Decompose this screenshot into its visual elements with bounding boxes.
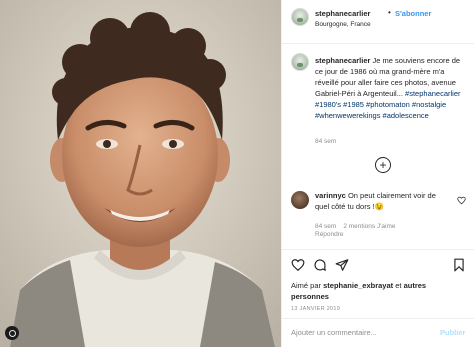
commenter-avatar[interactable] [291,191,309,209]
author-avatar[interactable] [291,8,309,26]
commenter-username[interactable]: varinnyc [315,191,346,200]
publish-button[interactable]: Publier [440,328,465,337]
action-bar [282,249,474,279]
caption-author-avatar[interactable] [291,53,309,71]
caption-timestamp[interactable]: 84 sem [315,138,336,145]
separator-dot: • [388,8,391,17]
post-caption: stephanecarlier Je me souviens encore de… [315,55,467,121]
comment-input[interactable]: Ajouter un commentaire... [291,328,377,337]
comment-meta: 84 sem 2 mentions J'aime [315,222,403,231]
author-username[interactable]: stephanecarlier [315,9,370,18]
portrait-image [0,0,281,347]
plus-circle-icon[interactable]: + [375,157,391,173]
comment-timestamp[interactable]: 84 sem [315,223,336,230]
post-date[interactable]: 13 JANVIER 2019 [291,306,340,312]
profile-badge-icon[interactable] [5,326,19,340]
post-photo[interactable] [0,0,281,347]
caption-username[interactable]: stephanecarlier [315,56,370,65]
paper-plane-icon[interactable] [335,258,349,272]
follow-button[interactable]: S'abonner [395,9,431,18]
add-comment-bar: Ajouter un commentaire... Publier [282,318,474,347]
bookmark-icon[interactable] [452,258,466,272]
post-location[interactable]: Bourgogne, France [315,21,371,28]
likes-summary: Aimé par stephanie_exbrayat et autres pe… [291,280,466,302]
comment-reply-button[interactable]: Répondre [315,231,344,238]
post-header: stephanecarlier • S'abonner Bourgogne, F… [282,0,474,44]
comment-icon[interactable] [313,258,327,272]
liker-username[interactable]: stephanie_exbrayat [323,281,393,290]
comment-body: varinnyc On peut clairement voir de quel… [315,190,440,212]
heart-icon[interactable] [457,196,466,205]
likes-prefix: Aimé par [291,281,324,290]
comment-likes[interactable]: 2 mentions J'aime [343,223,395,230]
likes-middle: et [393,281,404,290]
heart-icon[interactable] [291,258,305,272]
post-sidebar: stephanecarlier • S'abonner Bourgogne, F… [281,0,474,347]
